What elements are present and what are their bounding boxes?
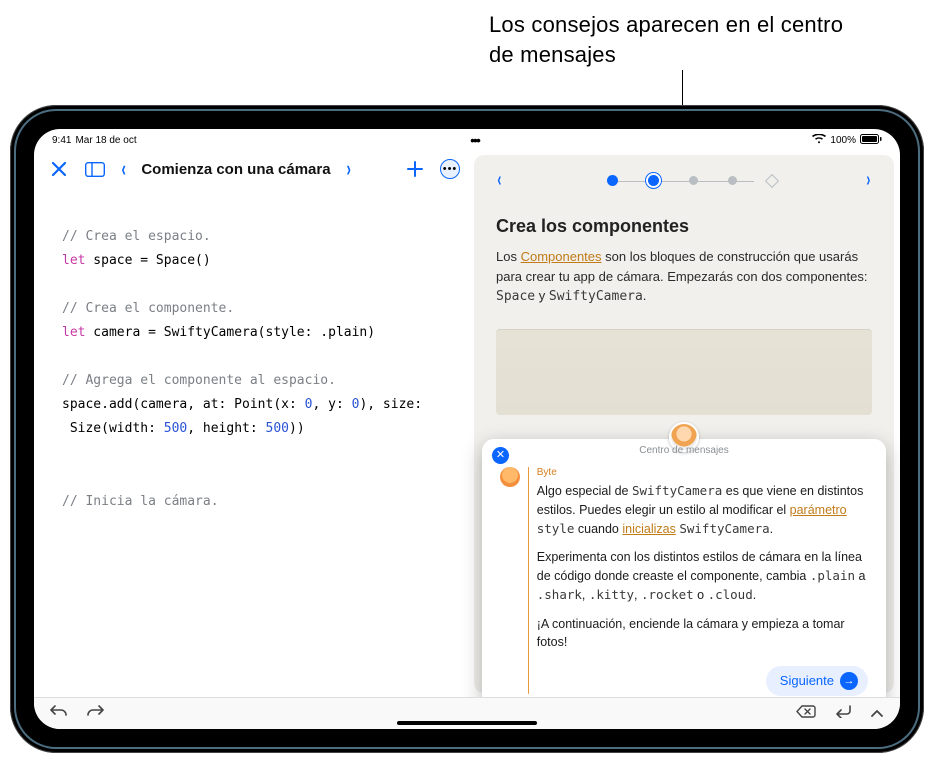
code-number: 500 [164, 421, 187, 436]
msg-code: .kitty [589, 587, 634, 602]
keyboard-up-icon[interactable] [870, 705, 884, 723]
msg-code: .rocket [641, 587, 694, 602]
msg-text: o [694, 588, 708, 602]
page-title: Comienza con una cámara [141, 161, 330, 178]
pager-end-icon[interactable] [764, 173, 778, 187]
code-number: 500 [266, 421, 289, 436]
undo-icon[interactable] [50, 704, 68, 723]
guide-code: SwiftyCamera [549, 289, 643, 304]
guide-paragraph: Los Componentes son los bloques de const… [496, 247, 872, 307]
ipad-screen: 9:41 Mar 18 de oct ••• 100% [34, 129, 900, 729]
msg-code: .plain [810, 568, 855, 583]
return-key-icon[interactable] [834, 705, 852, 723]
guide-code: Space [496, 289, 535, 304]
ipad-frame: 9:41 Mar 18 de oct ••• 100% [10, 105, 924, 753]
delete-key-icon[interactable] [796, 705, 816, 723]
status-time: 9:41 [52, 135, 71, 146]
battery-percent: 100% [830, 135, 856, 146]
msg-code: .cloud [708, 587, 753, 602]
msg-code: SwiftyCamera [679, 521, 769, 536]
msg-code: SwiftyCamera [632, 483, 722, 498]
sidebar-toggle-icon[interactable] [84, 158, 106, 180]
pager-step[interactable] [689, 176, 698, 185]
message-body: Byte Algo especial de SwiftyCamera es qu… [537, 465, 868, 696]
msg-code: style [537, 521, 575, 536]
status-bar: 9:41 Mar 18 de oct ••• 100% [34, 129, 900, 151]
code-comment: // Agrega el componente al espacio. [62, 373, 336, 388]
code-keyword: let [62, 325, 85, 340]
forward-chevron-icon[interactable]: › [346, 156, 350, 182]
code-text: Size(width: [62, 421, 164, 436]
message-center-title: Centro de mensajes [482, 445, 886, 456]
message-rule [528, 467, 529, 694]
byte-label: Byte [537, 465, 868, 480]
code-keyword: let [62, 253, 85, 268]
pager-step[interactable] [728, 176, 737, 185]
callout-text: Los consejos aparecen en el centro de me… [489, 10, 869, 69]
next-button[interactable]: Siguiente → [766, 666, 868, 696]
wifi-icon [812, 134, 826, 147]
msg-code: .shark [537, 587, 582, 602]
preview-placeholder [496, 329, 872, 415]
guide-text: y [535, 288, 549, 303]
code-text: camera = SwiftyCamera(style: .plain) [85, 325, 375, 340]
byte-icon [500, 467, 520, 487]
msg-text: Algo especial de [537, 484, 632, 498]
pager-step-current[interactable] [648, 175, 659, 186]
guide-pane: ‹ › Crea los componentes Lo [474, 155, 894, 693]
msg-text: . [753, 588, 756, 602]
msg-text: , [582, 588, 589, 602]
code-text: , y: [312, 397, 351, 412]
message-center-card: ✕ Centro de mensajes Byte Algo especial … [482, 439, 886, 708]
guide-forward-icon[interactable]: › [867, 169, 871, 192]
guide-text: Los [496, 249, 521, 264]
code-editor[interactable]: // Crea el espacio. let space = Space() … [34, 187, 474, 548]
code-text: ), size: [359, 397, 422, 412]
close-icon[interactable] [48, 158, 70, 180]
multitask-indicator[interactable]: ••• [470, 137, 479, 143]
pager-step[interactable] [607, 175, 618, 186]
code-comment: // Crea el componente. [62, 301, 234, 316]
add-icon[interactable] [404, 158, 426, 180]
code-comment: // Crea el espacio. [62, 229, 211, 244]
msg-text: cuando [574, 522, 622, 536]
msg-text: ¡A continuación, enciende la cámara y em… [537, 615, 868, 653]
status-date: Mar 18 de oct [75, 135, 136, 146]
code-text: , height: [187, 421, 265, 436]
editor-toolbar: ‹ Comienza con una cámara › ••• [34, 151, 474, 187]
home-indicator[interactable] [397, 721, 537, 725]
editor-pane: ‹ Comienza con una cámara › ••• // Crea … [34, 151, 474, 693]
code-text: )) [289, 421, 305, 436]
back-chevron-icon[interactable]: ‹ [121, 156, 125, 182]
redo-icon[interactable] [86, 704, 104, 723]
parameter-link[interactable]: parámetro [790, 503, 847, 517]
code-comment: // Inicia la cámara. [62, 494, 219, 509]
components-link[interactable]: Componentes [521, 249, 602, 264]
msg-text: a [855, 569, 865, 583]
guide-text: . [643, 288, 647, 303]
msg-text: , [634, 588, 641, 602]
guide-back-icon[interactable]: ‹ [497, 169, 501, 192]
progress-pager [503, 175, 866, 186]
more-icon[interactable]: ••• [440, 159, 460, 179]
initialize-link[interactable]: inicializas [622, 522, 676, 536]
next-label: Siguiente [780, 671, 834, 691]
code-text: space.add(camera, at: Point(x: [62, 397, 305, 412]
battery-icon [860, 134, 882, 147]
code-text: space = Space() [85, 253, 210, 268]
guide-heading: Crea los componentes [496, 216, 872, 237]
msg-text: . [770, 522, 773, 536]
arrow-right-icon: → [840, 672, 858, 690]
